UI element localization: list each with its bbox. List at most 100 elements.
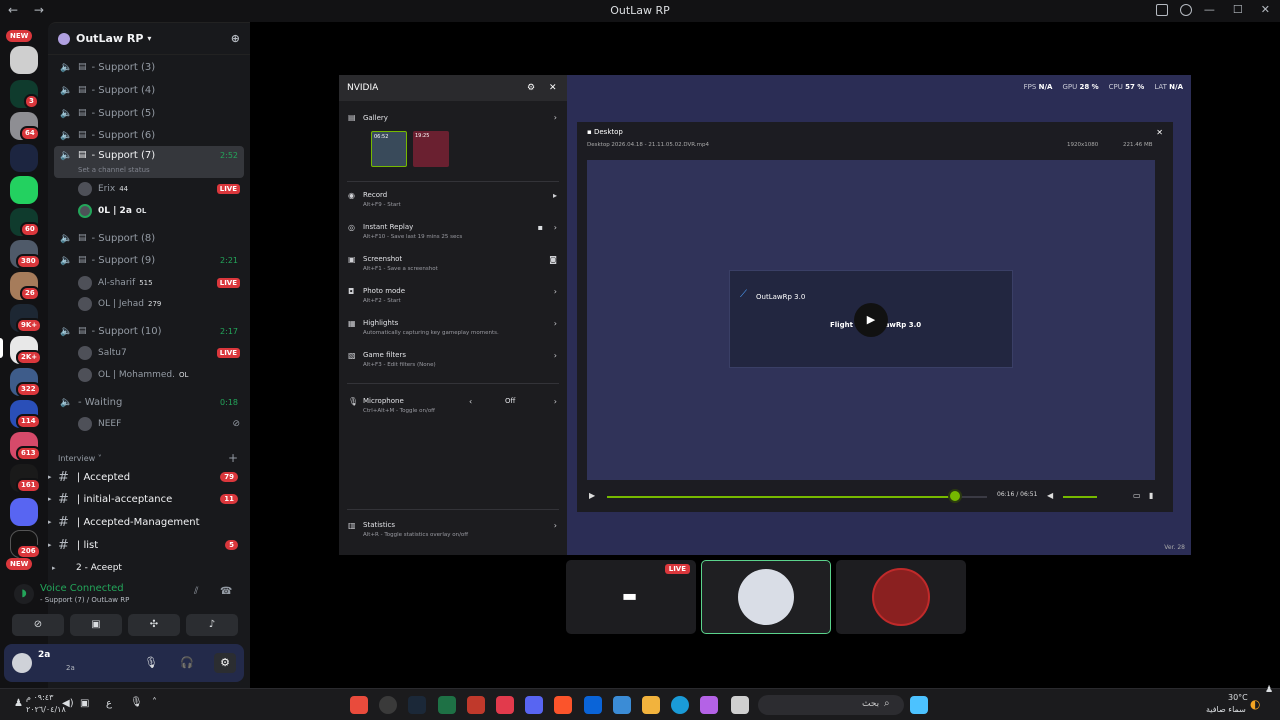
excel-icon[interactable] xyxy=(438,696,456,714)
person-icon[interactable]: ♟ xyxy=(14,698,23,709)
trash-icon[interactable]: ▮ xyxy=(1149,491,1153,500)
instant-replay-item[interactable]: ◎ Instant Replay Alt+F10 - Save last 19 mi… xyxy=(339,223,567,251)
maximize-button[interactable]: ☐ xyxy=(1233,3,1243,16)
folder-icon[interactable] xyxy=(642,696,660,714)
save-icon[interactable]: ▪ xyxy=(538,223,543,232)
voice-channel[interactable]: 🔈 - Waiting 0:18 xyxy=(54,392,244,412)
activities-button[interactable]: ✣ xyxy=(128,614,180,636)
windows-start-icon[interactable] xyxy=(910,696,928,714)
brave-icon[interactable] xyxy=(554,696,572,714)
voice-channel[interactable]: 🔈 ▤ - Support (10) 2:17 xyxy=(54,321,244,341)
participant-tile[interactable] xyxy=(836,560,966,634)
edge-icon[interactable] xyxy=(671,696,689,714)
server-icon[interactable] xyxy=(10,144,38,172)
seek-handle[interactable] xyxy=(947,489,962,503)
user-name[interactable]: 2a xyxy=(38,650,50,660)
microphone-icon[interactable]: 🎙 xyxy=(144,656,158,669)
outlook-icon[interactable] xyxy=(584,696,602,714)
text-channel[interactable]: ▸ # | Accepted 79 xyxy=(48,468,244,486)
person-icon[interactable]: ♟ xyxy=(1265,685,1273,695)
text-channel[interactable]: ▸ # | initial-acceptance 11 xyxy=(48,490,244,508)
search-bar[interactable]: بحث ⌕ xyxy=(758,695,904,715)
voice-user[interactable]: Erix 44 LIVE xyxy=(78,181,246,197)
close-icon[interactable]: ✕ xyxy=(1156,128,1163,137)
screenshot-item[interactable]: ▣ Screenshot Alt+F1 - Save a screenshot ◙ xyxy=(339,255,567,283)
network-icon[interactable]: ▣ xyxy=(80,698,89,709)
stream-video[interactable]: FPS N/A GPU 28 % CPU 57 % LAT N/A NVIDIA… xyxy=(339,75,1191,555)
voice-channel[interactable]: 🔈 ▤ - Support (5) xyxy=(54,103,244,123)
seek-bar[interactable] xyxy=(607,496,987,498)
copilot-icon[interactable] xyxy=(700,696,718,714)
screen-share-tile[interactable]: ▬ LIVE xyxy=(566,560,696,634)
voice-channel[interactable]: 🔈 ▤ - Support (9) 2:21 xyxy=(54,250,244,270)
weather-icon[interactable]: ◐ xyxy=(1250,697,1260,711)
volume-icon[interactable]: ◀) xyxy=(62,698,74,709)
language-indicator[interactable]: ع xyxy=(106,698,112,709)
close-icon[interactable]: ✕ xyxy=(549,83,557,93)
text-channel[interactable]: ▸ # | list 5 xyxy=(48,536,244,554)
volume-slider[interactable] xyxy=(1063,496,1097,498)
voice-user[interactable]: 0L | 2a OL xyxy=(78,203,246,219)
add-channel-icon[interactable]: + xyxy=(228,451,238,465)
thread-item[interactable]: ▸ 2 - Aceept xyxy=(52,559,262,577)
screen-share-button[interactable]: ▣ xyxy=(70,614,122,636)
app-icon[interactable] xyxy=(350,696,368,714)
gear-icon[interactable]: ⚙ xyxy=(527,83,535,93)
video-frame[interactable]: ⟋ OutLawRp 3.0 Flight to OutLawRp 3.0 ▶ xyxy=(587,160,1155,480)
inbox-icon[interactable] xyxy=(1156,4,1168,16)
help-icon[interactable] xyxy=(1180,4,1192,16)
channel-status[interactable]: Set a channel status xyxy=(78,166,150,174)
gallery-thumbnail[interactable]: 19:25 xyxy=(413,131,449,167)
statistics-item[interactable]: ▥ Statistics Alt+R - Toggle statistics ove… xyxy=(339,521,567,549)
highlights-item[interactable]: ▦ Highlights Automatically capturing key g… xyxy=(339,319,567,347)
game-filters-item[interactable]: ▧ Game filters Alt+F3 - Edit filters (None… xyxy=(339,351,567,379)
camera-icon[interactable]: ◙ xyxy=(549,255,557,264)
close-button[interactable]: ✕ xyxy=(1261,3,1270,16)
voice-user[interactable]: NEEF ⊘ xyxy=(78,416,246,432)
weather-condition[interactable]: سماء صافية xyxy=(1206,705,1246,714)
voice-user[interactable]: OL | Jehad 279 xyxy=(78,296,246,312)
voice-channel[interactable]: 🔈 ▤ - Support (3) xyxy=(54,57,244,77)
chevron-up-icon[interactable]: ˄ xyxy=(152,697,157,708)
minimize-button[interactable]: — xyxy=(1204,3,1215,16)
voice-channel[interactable]: 🔈 ▤ - Support (8) xyxy=(54,228,244,248)
volume-icon[interactable]: ◀ xyxy=(1047,491,1053,500)
record-item[interactable]: ◉ Record Alt+F9 - Start ▸ xyxy=(339,191,567,219)
headphones-icon[interactable]: 🎧 xyxy=(180,656,194,669)
play-icon[interactable]: ▶ xyxy=(589,491,595,500)
weather-temp[interactable]: 30°C xyxy=(1228,693,1248,702)
signal-icon[interactable]: ◗ xyxy=(14,584,34,604)
disconnect-icon[interactable]: ☎ xyxy=(220,586,232,597)
participant-tile[interactable] xyxy=(701,560,831,634)
server-icon[interactable] xyxy=(10,176,38,204)
folder-icon[interactable]: ▭ xyxy=(1133,491,1141,500)
server-header[interactable]: OutLaw RP ▾ ⊕ xyxy=(48,23,250,55)
app-icon[interactable] xyxy=(496,696,514,714)
clock-date[interactable]: ٢٠٢٦/٠٤/١٨ xyxy=(26,705,66,714)
voice-channel[interactable]: 🔈 ▤ - Support (6) xyxy=(54,125,244,145)
voice-user[interactable]: Saltu7 LIVE xyxy=(78,345,246,361)
voice-connected-title[interactable]: Voice Connected xyxy=(40,583,124,594)
app-icon[interactable] xyxy=(467,696,485,714)
soundboard-button[interactable]: ♪ xyxy=(186,614,238,636)
text-channel[interactable]: ▸ # | Accepted-Management xyxy=(48,513,244,531)
noise-suppression-icon[interactable]: ⫽ xyxy=(194,586,198,597)
voice-channel[interactable]: 🔈 ▤ - Support (4) xyxy=(54,80,244,100)
steam-icon[interactable] xyxy=(408,696,426,714)
gallery-thumbnail[interactable]: 06:52 xyxy=(371,131,407,167)
chevron-right-icon[interactable]: › xyxy=(554,397,557,406)
store-icon[interactable] xyxy=(613,696,631,714)
gallery-section[interactable]: ▤ Gallery › 06:52 19:25 xyxy=(339,111,567,171)
photo-mode-item[interactable]: ◘ Photo mode Alt+F2 - Start › xyxy=(339,287,567,315)
server-icon[interactable] xyxy=(10,46,38,74)
microphone-icon[interactable]: 🎙 xyxy=(130,697,143,708)
voice-user[interactable]: Al-sharif 515 LIVE xyxy=(78,275,246,291)
chevron-left-icon[interactable]: ‹ xyxy=(469,397,472,406)
camera-off-button[interactable]: ⊘ xyxy=(12,614,64,636)
microphone-item[interactable]: 🎙 Microphone Ctrl+Alt+M - Toggle on/off ‹ Of… xyxy=(339,397,567,425)
folder-icon[interactable] xyxy=(10,498,38,526)
voice-connected-channel[interactable]: - Support (7) / OutLaw RP xyxy=(40,596,129,604)
voice-user[interactable]: OL | Mohammed. OL xyxy=(78,367,246,383)
category-header[interactable]: Interview ˅ xyxy=(58,454,102,463)
app-icon[interactable] xyxy=(379,696,397,714)
